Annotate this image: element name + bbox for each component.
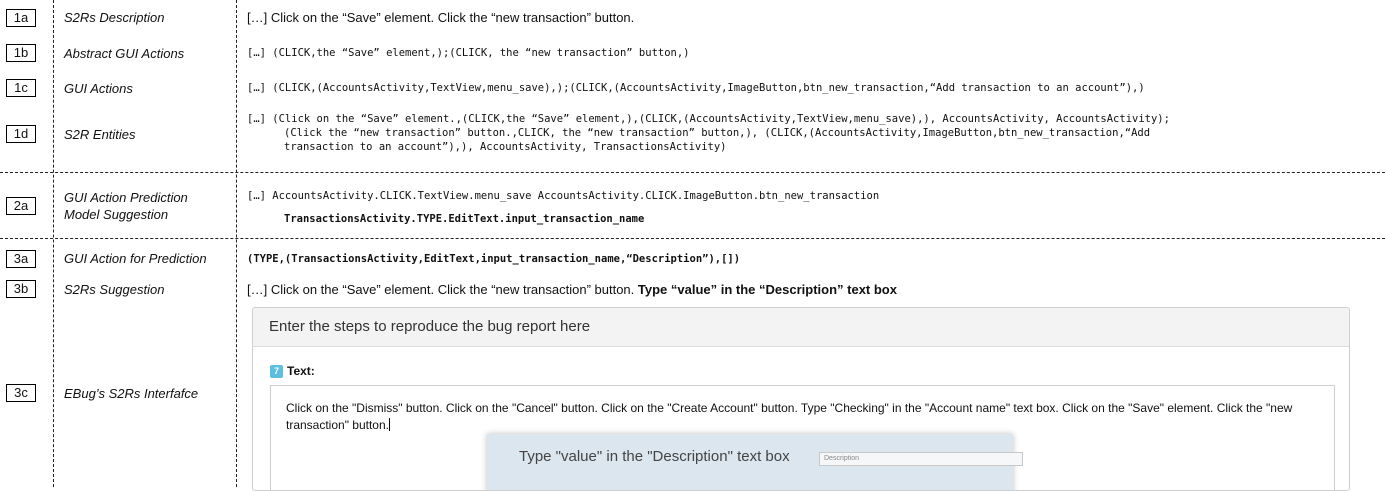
gui-action-for-prediction-text: (TYPE,(TransactionsActivity,EditText,inp… (247, 253, 741, 265)
row-label-s2rs-description: S2Rs Description (64, 10, 165, 25)
s2rs-suggestion-plain: […] Click on the “Save” element. Click t… (247, 282, 638, 297)
text-cursor (389, 418, 390, 431)
step-label: Text: (287, 364, 315, 378)
row-tag-1a: 1a (6, 9, 36, 27)
s2rs-suggestion-text: […] Click on the “Save” element. Click t… (247, 281, 897, 298)
label-column-separator (53, 0, 54, 487)
s2r-entities-line-1: […] (Click on the “Save” element.,(CLICK… (247, 113, 1170, 125)
section-separator-2 (0, 238, 1385, 239)
row-tag-3c: 3c (6, 384, 36, 402)
row-label-line-1: GUI Action Prediction (64, 190, 188, 205)
row-label-abstract-gui-actions: Abstract GUI Actions (64, 46, 185, 61)
row-label-s2r-entities: S2R Entities (64, 127, 136, 142)
s2rs-description-text: […] Click on the “Save” element. Click t… (247, 10, 635, 25)
s2rs-suggestion-bold: Type “value” in the “Description” text b… (637, 282, 897, 297)
ebug-s2rs-panel: Enter the steps to reproduce the bug rep… (252, 307, 1350, 491)
section-separator-1 (0, 172, 1385, 173)
row-tag-3b: 3b (6, 280, 36, 298)
panel-header: Enter the steps to reproduce the bug rep… (253, 308, 1349, 347)
s2rs-text-value: Click on the "Dismiss" button. Click on … (286, 401, 1293, 432)
row-tag-1c: 1c (6, 79, 36, 97)
gui-actions-text: […] (CLICK,(AccountsActivity,TextView,me… (247, 82, 1145, 94)
step-number-badge: 7 (270, 365, 283, 378)
content-column-separator (236, 0, 237, 487)
row-label-gui-actions: GUI Actions (64, 81, 133, 96)
s2rs-text-area[interactable]: Click on the "Dismiss" button. Click on … (270, 385, 1335, 490)
s2rs-text-content: Click on the "Dismiss" button. Click on … (286, 400, 1306, 434)
row-label-ebug-interface: EBug’s S2Rs Interfafce (64, 386, 199, 401)
s2r-entities-line-3: transaction to an account”),), AccountsA… (284, 141, 727, 153)
row-tag-2a: 2a (6, 197, 36, 215)
row-label-gui-action-for-prediction: GUI Action for Prediction (64, 251, 207, 266)
autocomplete-suggestion[interactable]: Type "value" in the "Description" text b… (487, 434, 1023, 490)
row-label-gui-action-prediction-model: GUI Action Prediction Model Suggestion (64, 189, 188, 223)
abstract-gui-actions-text: […] (CLICK,the “Save” element,);(CLICK, … (247, 47, 690, 59)
model-suggestion-line-2: TransactionsActivity.TYPE.EditText.input… (284, 213, 645, 225)
row-label-s2rs-suggestion: S2Rs Suggestion (64, 282, 165, 297)
s2r-entities-text: […] (Click on the “Save” element.,(CLICK… (247, 112, 1170, 154)
row-tag-1d: 1d (6, 125, 36, 143)
suggestion-text: Type "value" in the "Description" text b… (519, 448, 790, 465)
row-tag-3a: 3a (6, 250, 36, 268)
step-heading: 7 Text: (270, 364, 315, 378)
row-tag-1b: 1b (6, 44, 36, 62)
model-suggestion-line-1: […] AccountsActivity.CLICK.TextView.menu… (247, 190, 880, 202)
row-label-line-2: Model Suggestion (64, 207, 169, 222)
s2r-entities-line-2: (Click the “new transaction” button.,CLI… (284, 127, 1151, 139)
suggestion-description-field: Description (819, 452, 1023, 466)
